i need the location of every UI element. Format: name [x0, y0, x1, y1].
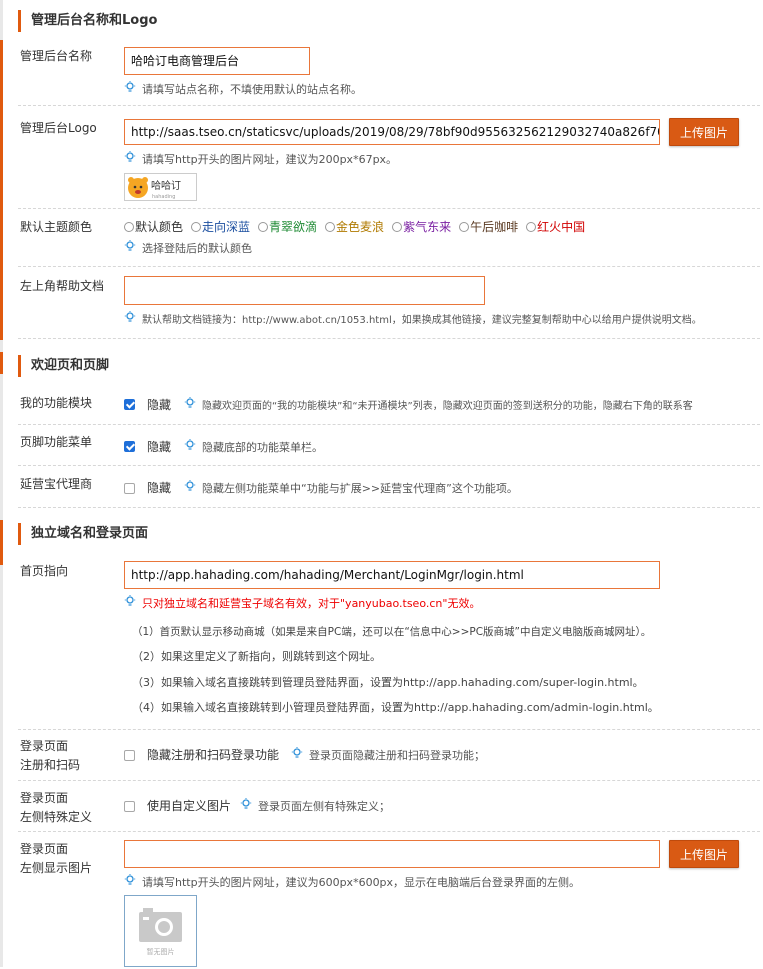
radio-circle-icon [459, 222, 470, 232]
theme-option-4[interactable]: 紫气东来 [392, 219, 451, 235]
lightbulb-icon [240, 798, 254, 815]
home-label: 首页指向 [20, 564, 69, 578]
lightbulb-icon [124, 311, 138, 328]
logo-url-input[interactable]: http://saas.tseo.cn/staticsvc/uploads/20… [124, 119, 660, 145]
radio-circle-icon [258, 222, 269, 232]
theme-hint: 选择登陆后的默认颜色 [124, 240, 252, 257]
logo-preview: 哈哈订 hahading [124, 173, 197, 201]
theme-option-1[interactable]: 走向深蓝 [191, 219, 250, 235]
footer-menu-check-label: 隐藏 [147, 440, 172, 454]
upload-logo-button[interactable]: 上传图片 [669, 118, 740, 146]
theme-option-2[interactable]: 青翠欲滴 [258, 219, 317, 235]
theme-label: 默认主题颜色 [20, 220, 93, 234]
login-left-label-2: 左侧特殊定义 [20, 810, 93, 824]
help-doc-label: 左上角帮助文档 [20, 279, 105, 293]
login-left-hint: 登录页面左侧有特殊定义； [240, 798, 390, 815]
login-left-label-1: 登录页面 [20, 791, 69, 805]
site-name-label: 管理后台名称 [20, 49, 93, 63]
site-name-input[interactable]: 哈哈订电商管理后台 [124, 47, 310, 75]
radio-circle-icon [191, 222, 202, 232]
help-doc-input[interactable] [124, 276, 485, 305]
home-url-input[interactable]: http://app.hahading.com/hahading/Merchan… [124, 561, 660, 589]
radio-circle-icon [325, 222, 336, 232]
divider [18, 105, 760, 106]
home-warning: 只对独立域名和延营宝子域名有效，对于"yanyubao.tseo.cn"无效。 [124, 595, 480, 612]
upload-login-image-button[interactable]: 上传图片 [669, 840, 740, 868]
login-image-input[interactable] [124, 840, 660, 868]
lightbulb-icon [124, 240, 138, 257]
login-register-check-label: 隐藏注册和扫码登录功能 [147, 748, 280, 762]
lightbulb-icon [124, 595, 138, 612]
divider [18, 780, 760, 781]
lightbulb-icon [184, 397, 198, 414]
lightbulb-icon [184, 439, 198, 456]
rail-accent-2 [0, 352, 3, 374]
my-modules-label: 我的功能模块 [20, 396, 93, 410]
login-register-label-2: 注册和扫码 [20, 758, 81, 772]
login-image-label-1: 登录页面 [20, 842, 69, 856]
divider [18, 831, 760, 832]
my-modules-checkbox[interactable] [124, 399, 135, 410]
agent-label: 延营宝代理商 [20, 477, 93, 491]
lightbulb-icon [291, 747, 305, 764]
divider [18, 507, 760, 508]
radio-circle-icon [124, 222, 134, 232]
help-doc-hint: 默认帮助文档链接为：http://www.abot.cn/1053.html，如… [124, 311, 702, 329]
lightbulb-icon [124, 151, 138, 168]
theme-option-6[interactable]: 红火中国 [526, 219, 585, 235]
hahading-logo-image: 哈哈订 hahading [128, 177, 181, 200]
section-title-domain: 独立域名和登录页面 [18, 523, 148, 545]
camera-icon: 暂无图片 [139, 908, 182, 956]
login-left-check-label: 使用自定义图片 [147, 799, 232, 813]
divider [18, 465, 760, 466]
svg-text:hahading: hahading [152, 194, 175, 200]
login-image-hint: 请填写http开头的图片网址，建议为600px*600px，显示在电脑端后台登录… [124, 874, 580, 891]
footer-menu-hint: 隐藏底部的功能菜单栏。 [184, 439, 323, 456]
radio-circle-icon [392, 222, 403, 232]
home-note-3: （3）如果输入域名直接跳转到管理员登陆界面，设置为http://app.haha… [132, 676, 644, 689]
home-note-1: （1）首页默认显示移动商城（如果是来自PC端，还可以在“信息中心>>PC版商城”… [132, 626, 652, 638]
divider [18, 208, 760, 209]
divider [18, 729, 760, 730]
section-title-welcome: 欢迎页和页脚 [18, 355, 109, 377]
theme-radio-group: 默认颜色 走向深蓝 青翠欲滴 金色麦浪 紫气东来 午后咖啡 红火中国 [124, 219, 593, 235]
logo-hint: 请填写http开头的图片网址，建议为200px*67px。 [124, 151, 397, 168]
divider [18, 338, 760, 339]
lightbulb-icon [184, 480, 198, 497]
login-left-checkbox[interactable] [124, 801, 135, 812]
lightbulb-icon [124, 81, 138, 98]
rail-accent-1 [0, 40, 3, 340]
divider [18, 266, 760, 267]
home-note-4: （4）如果输入域名直接跳转到小管理员登陆界面，设置为http://app.hah… [132, 701, 659, 714]
home-note-2: （2）如果这里定义了新指向，则跳转到这个网址。 [132, 650, 381, 663]
lightbulb-icon [124, 874, 138, 891]
agent-checkbox[interactable] [124, 483, 135, 494]
radio-circle-icon [526, 222, 537, 232]
login-register-checkbox[interactable] [124, 750, 135, 761]
footer-menu-checkbox[interactable] [124, 441, 135, 452]
svg-text:暂无图片: 暂无图片 [147, 947, 175, 956]
footer-menu-label: 页脚功能菜单 [20, 435, 93, 449]
theme-option-5[interactable]: 午后咖啡 [459, 219, 518, 235]
svg-text:哈哈订: 哈哈订 [151, 179, 181, 192]
divider [18, 424, 760, 425]
section-title-brand: 管理后台名称和Logo [18, 10, 157, 32]
my-modules-check-label: 隐藏 [147, 398, 172, 412]
site-name-hint: 请填写站点名称，不填使用默认的站点名称。 [124, 81, 362, 98]
rail-accent-3 [0, 520, 3, 565]
login-image-placeholder: 暂无图片 [124, 895, 197, 967]
login-register-label-1: 登录页面 [20, 739, 69, 753]
theme-option-3[interactable]: 金色麦浪 [325, 219, 384, 235]
logo-label: 管理后台Logo [20, 121, 97, 135]
agent-hint: 隐藏左侧功能菜单中“功能与扩展>>延营宝代理商”这个功能项。 [184, 480, 518, 497]
login-image-label-2: 左侧显示图片 [20, 861, 93, 875]
my-modules-hint: 隐藏欢迎页面的“我的功能模块”和“未开通模块”列表，隐藏欢迎页面的签到送积分的功… [184, 397, 693, 415]
theme-option-0[interactable]: 默认颜色 [124, 219, 183, 235]
agent-check-label: 隐藏 [147, 481, 172, 495]
login-register-hint: 登录页面隐藏注册和扫码登录功能； [291, 747, 485, 764]
